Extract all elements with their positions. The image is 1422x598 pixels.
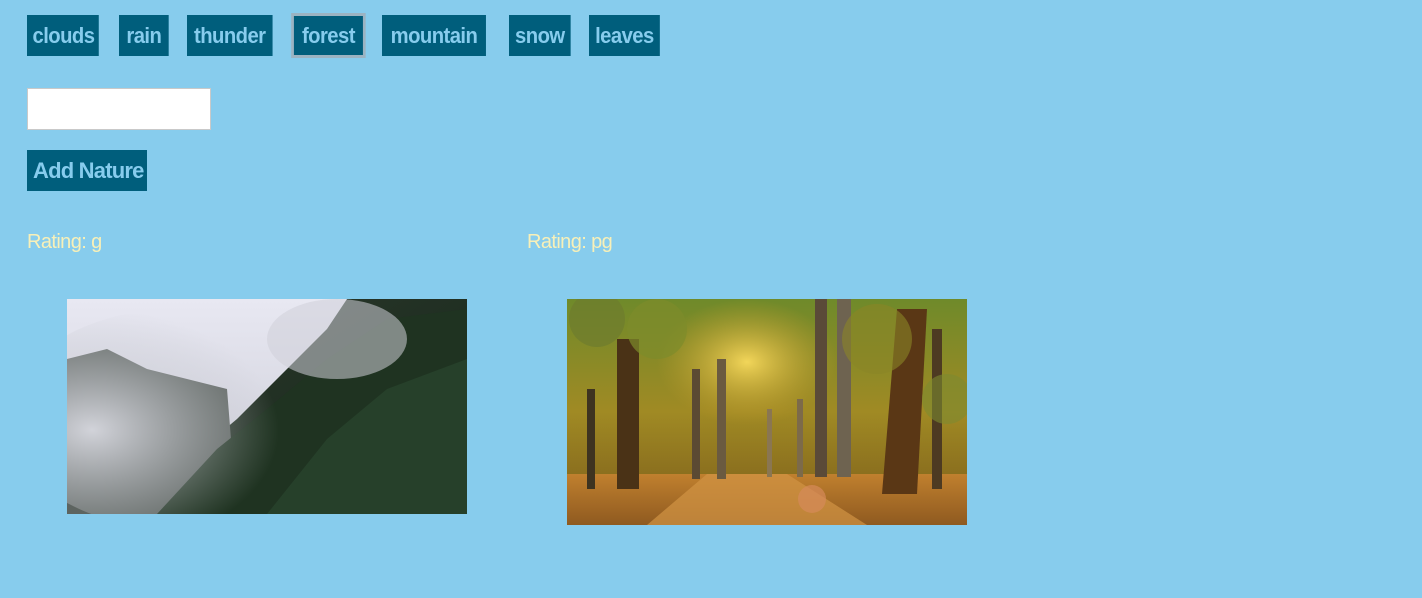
nature-input[interactable]	[27, 88, 211, 130]
gif-image-misty-forest[interactable]	[67, 299, 467, 514]
rating-label: Rating: pg	[527, 231, 613, 253]
rating-label: Rating: g	[27, 231, 102, 253]
topic-button-snow[interactable]: snow	[509, 15, 571, 56]
topic-button-thunder[interactable]: thunder	[187, 15, 273, 56]
gif-card: Rating: g	[27, 228, 102, 256]
topic-button-mountain[interactable]: mountain	[382, 15, 486, 56]
topic-button-rain[interactable]: rain	[119, 15, 169, 56]
gif-card: Rating: pg	[527, 228, 613, 256]
gif-image-autumn-forest[interactable]	[567, 299, 967, 525]
add-nature-button[interactable]: Add Nature	[27, 150, 147, 191]
topic-button-clouds[interactable]: clouds	[27, 15, 99, 56]
topic-button-leaves[interactable]: leaves	[589, 15, 660, 56]
topic-button-forest[interactable]: forest	[291, 13, 366, 58]
topic-button-bar: clouds rain thunder forest mountain snow…	[27, 13, 666, 58]
